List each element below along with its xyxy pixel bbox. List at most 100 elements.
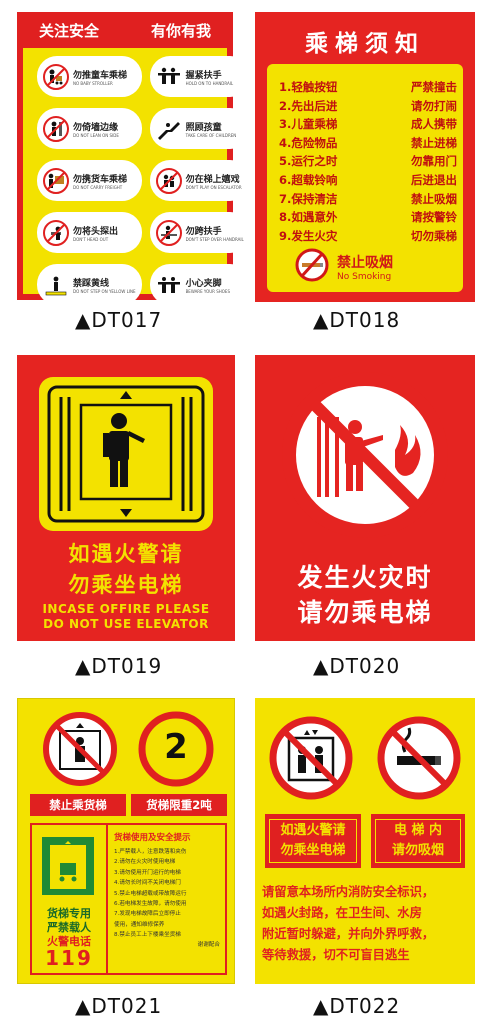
dt018-rule: 8.如遇意外 请按警铃 xyxy=(279,208,457,227)
dt018-rule: 5.运行之时 勿靠用门 xyxy=(279,152,457,171)
dt017-item: 勿推童车乘梯 NO BABY STROLLER xyxy=(37,56,142,97)
caption-dt020: ▲DT020 xyxy=(313,654,401,678)
dt017-header-right: 有你有我 xyxy=(150,21,211,40)
no-elevator-icon xyxy=(269,716,353,800)
no-elevator-fire-icon xyxy=(282,372,448,538)
dt017-header-left: 关注安全 xyxy=(39,21,100,40)
dt019-english-line1: INCASE OFFIRE PLEASE xyxy=(42,602,210,616)
yellow-line-icon xyxy=(43,272,69,298)
dt022-paragraph-line: 附近暂时躲避，并向外界呼救， xyxy=(262,927,435,941)
freight-elevator-icon xyxy=(42,837,94,895)
dt018-no-smoking: 禁止吸烟 No Smoking xyxy=(295,248,435,286)
no-smoking-icon xyxy=(295,248,329,286)
dt018-rule-right: 请按警铃 xyxy=(411,210,457,225)
dt022-paragraph-line: 如遇火封路，在卫生间、水房 xyxy=(262,906,422,920)
elevator-person-icon xyxy=(47,385,205,523)
dt018-title: 乘梯须知 xyxy=(305,31,425,57)
dt017-item-en: DON'T HEAD OUT xyxy=(73,236,109,242)
foot-pinch-icon xyxy=(156,272,182,298)
dt018-rules-panel: 1.轻触按钮 严禁撞击 2.先出后进 请勿打闹 3.儿童乘梯 成人携带 4.危险物品禁… xyxy=(267,64,463,292)
dt018-rule-left: 4.危险物品 xyxy=(279,135,338,150)
dt017-item-en: BEWARE YOUR SHOES xyxy=(185,288,230,294)
dt017-item-label: 勿在梯上嬉戏 xyxy=(185,174,240,185)
head-out-icon xyxy=(43,219,69,246)
dt018-rule-right: 切勿乘梯 xyxy=(411,228,457,243)
dt017-item-label: 勿倚墙边缘 xyxy=(73,122,119,133)
dt018-rule: 3.儿童乘梯 成人携带 xyxy=(279,115,457,134)
dt022-paragraph: 请留意本场所内消防安全标识， 如遇火封路，在卫生间、水房 附近暂时躲避，并向外界… xyxy=(262,882,474,966)
dt021-limit-number: 2 xyxy=(164,727,188,767)
dt017-item-label: 小心夹脚 xyxy=(185,278,222,289)
dt018-rule: 6.超载铃响 后进退出 xyxy=(279,171,457,190)
dt019-english-line2: DO NOT USE ELEVATOR xyxy=(43,617,209,631)
caption-dt022: ▲DT022 xyxy=(313,994,401,1018)
child-care-icon xyxy=(156,116,182,142)
dt019-warning-line2: 勿乘坐电梯 xyxy=(68,573,184,597)
dt017-item-label: 勿将头探出 xyxy=(73,226,119,237)
dt017-item-en: NO BABY STROLLER xyxy=(73,80,113,86)
sign-dt022: 如遇火警请 勿乘坐电梯 电 梯 内 请勿吸烟 请留意本场所内消防安全标识， 如遇… xyxy=(255,698,475,984)
caption-dt021: ▲DT021 xyxy=(75,994,163,1018)
dt017-item-en: DO NOT STEP ON YELLOW LINE xyxy=(73,288,136,294)
dt017-item-label: 照顾孩童 xyxy=(185,122,222,133)
no-climb-handrail-icon xyxy=(155,219,182,246)
caption-dt017: ▲DT017 xyxy=(75,308,163,332)
dt022-box-right-line2: 请勿吸烟 xyxy=(391,843,444,858)
dt017-item-en: DON'T STEP OVER HANDRAIL xyxy=(185,236,244,242)
lean-side-icon xyxy=(43,115,69,142)
dt018-rules-list: 1.轻触按钮 严禁撞击 2.先出后进 请勿打闹 3.儿童乘梯 成人携带 4.危险物品禁… xyxy=(279,78,457,245)
dt017-item-label: 握紧扶手 xyxy=(185,70,222,81)
dt017-item: 勿倚墙边缘 DO NOT LEAN ON SIDE xyxy=(37,108,142,149)
dt022-paragraph-line: 请留意本场所内消防安全标识， xyxy=(262,885,435,899)
dt018-no-smoking-en: No Smoking xyxy=(337,272,392,282)
dt022-box-right: 电 梯 内 请勿吸烟 xyxy=(371,814,465,868)
dt018-rule: 2.先出后进 请勿打闹 xyxy=(279,97,457,116)
dt022-box-left-line1: 如遇火警请 xyxy=(280,823,346,838)
dt021-tip: 使用，通知维修保养 xyxy=(114,921,165,928)
dt018-rule-left: 9.发生火灾 xyxy=(279,228,338,243)
dt018-rule-right: 请勿打闹 xyxy=(411,98,457,113)
dt021-tag-left: 禁止乘货梯 xyxy=(30,794,126,816)
dt021-left-column: 货梯专用 严禁载人 火警电话 119 xyxy=(32,825,108,973)
dt018-rule: 4.危险物品 禁止进梯 xyxy=(279,134,457,153)
dt018-rule-left: 7.保持清洁 xyxy=(279,191,338,206)
dt021-tip: 7.发现电梯故障后立即停止 xyxy=(114,911,181,918)
dt018-rule-left: 1.轻触按钮 xyxy=(279,80,338,94)
dt018-rule-right: 成人携带 xyxy=(411,117,457,132)
dt018-rule: 7.保持清洁 禁止吸烟 xyxy=(279,190,457,209)
dt017-item-label: 勿携货车乘梯 xyxy=(73,174,128,185)
dt019-warning-line1: 如遇火警请 xyxy=(68,542,184,566)
dt017-item-label: 勿推童车乘梯 xyxy=(73,70,128,81)
freight-cart-icon xyxy=(43,167,69,194)
dt018-rule-left: 6.超载铃响 xyxy=(279,172,338,187)
dt021-tips-title: 货梯使用及安全提示 xyxy=(114,833,191,843)
dt018-rule-right: 后进退出 xyxy=(411,172,457,187)
dt021-tip: 1.严禁载人，注意跌落和夹伤 xyxy=(114,849,187,855)
dt017-item: 禁踩黄线 DO NOT STEP ON YELLOW LINE xyxy=(37,264,142,305)
dt021-tag-right: 货梯限重2吨 xyxy=(131,794,227,816)
dt017-item: 照顾孩童 TAKE CARE OF CHILDREN xyxy=(149,108,250,149)
dt021-tip: 8.禁止员工上下楼乘坐货梯 xyxy=(114,932,181,939)
dt018-rule-left: 5.运行之时 xyxy=(279,154,338,169)
sign-dt019: 如遇火警请 勿乘坐电梯 INCASE OFFIRE PLEASE DO NOT … xyxy=(17,355,235,641)
dt018-rule-right: 禁止吸烟 xyxy=(411,191,457,206)
dt017-rule-grid: 勿推童车乘梯 NO BABY STROLLER 握紧扶手 HOLD ON TO HA… xyxy=(37,56,250,305)
hold-handrail-icon xyxy=(156,64,182,90)
dt017-item: 勿携货车乘梯 DO NOT CARRY FREIGHT xyxy=(37,160,142,201)
dt017-item-en: DON'T PLAY ON ESCALATOR xyxy=(185,184,242,190)
no-play-icon xyxy=(155,167,182,194)
dt017-item: 握紧扶手 HOLD ON TO HANDRAIL xyxy=(149,56,250,97)
sign-dt018: 乘梯须知 1.轻触按钮 严禁撞击 2.先出后进 请勿打闹 3.儿童乘梯 成人携带 4.… xyxy=(255,12,475,302)
dt022-box-right-line1: 电 梯 内 xyxy=(393,823,443,838)
dt021-tip: 3.请勿使用开门运行的电梯 xyxy=(114,869,181,876)
caption-dt019: ▲DT019 xyxy=(75,654,163,678)
dt017-item: 勿跨扶手 DON'T STEP OVER HANDRAIL xyxy=(149,212,250,253)
sign-dt021: 2 禁止乘货梯 货梯限重2吨 货梯专用 严禁载人 火警电话 119 货梯使用及安… xyxy=(17,698,235,984)
dt020-warning-line1: 发生火灾时 xyxy=(297,563,433,592)
dt017-item-en: DO NOT LEAN ON SIDE xyxy=(73,132,119,138)
dt021-tip: 2.请勿在火灾时使用电梯 xyxy=(114,859,176,866)
dt021-info-box: 货梯专用 严禁载人 火警电话 119 货梯使用及安全提示 1.严禁载人，注意跌落… xyxy=(30,823,227,975)
dt021-tip: 6.若电梯发生故障，请勿使用 xyxy=(114,901,187,908)
dt018-rule-right: 勿靠用门 xyxy=(411,154,457,169)
dt017-item-en: HOLD ON TO HANDRAIL xyxy=(185,80,234,86)
